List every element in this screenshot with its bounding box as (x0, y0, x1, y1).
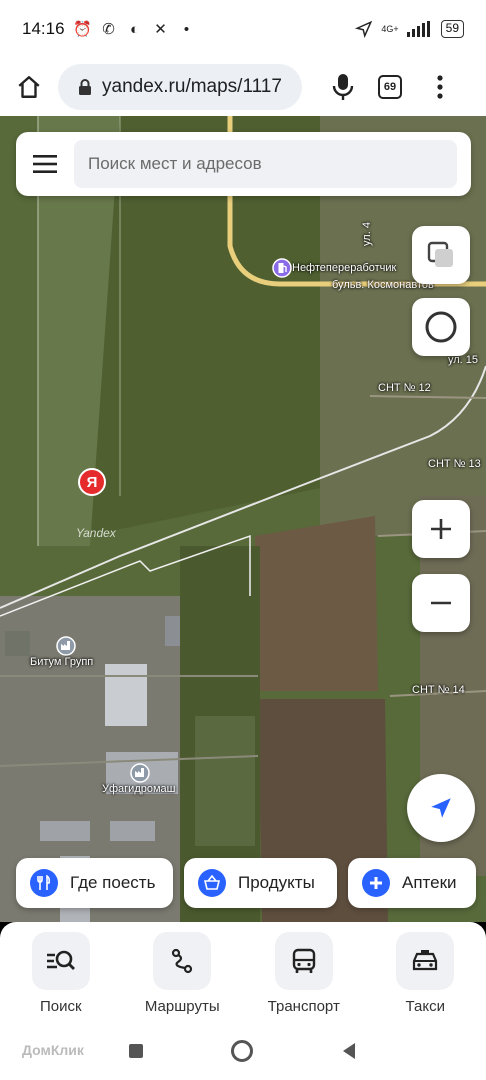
tab-label: Транспорт (267, 998, 340, 1015)
poi-label-ufagidromash[interactable]: Уфагидромаш (102, 783, 175, 795)
menu-button[interactable] (16, 132, 74, 196)
taxi-icon (396, 932, 455, 990)
yandex-logo-pin[interactable]: Я (78, 468, 106, 496)
back-button[interactable] (341, 1042, 357, 1060)
more-dots-icon: • (183, 20, 190, 38)
my-location-button[interactable] (407, 774, 475, 842)
chip-pharmacies[interactable]: Аптеки (348, 858, 476, 908)
browser-toolbar: yandex.ru/maps/1117 69 (0, 58, 486, 116)
medical-cross-icon (362, 869, 390, 897)
alarm-icon: ⏰ (73, 21, 92, 38)
tab-search[interactable]: Поиск (0, 922, 122, 1022)
snt-label-12: СНТ № 12 (378, 382, 431, 394)
street-label-4: ул. 4 (360, 222, 373, 246)
home-icon (18, 76, 40, 98)
lock-icon (79, 79, 91, 95)
layers-button[interactable] (412, 226, 470, 284)
microphone-icon (332, 74, 354, 100)
alice-button[interactable] (412, 298, 470, 356)
chip-label: Где поесть (70, 873, 156, 892)
snt-label-13: СНТ № 13 (428, 458, 481, 470)
home-button[interactable] (0, 58, 58, 116)
chip-groceries[interactable]: Продукты (184, 858, 337, 908)
chip-where-to-eat[interactable]: Где поесть (16, 858, 173, 908)
tab-switcher-button[interactable]: 69 (378, 75, 402, 99)
tab-label: Такси (405, 998, 445, 1015)
battery-level: 59 (440, 20, 464, 38)
alice-icon (425, 311, 457, 343)
domklik-watermark: ДомКлик (22, 1042, 84, 1058)
layers-icon (427, 241, 453, 267)
status-icons: ⏰ ✆ ◐ ✕ • (73, 20, 197, 39)
status-time: 14:16 (22, 19, 65, 38)
voice-search-button[interactable] (314, 58, 372, 116)
search-list-icon (31, 932, 90, 990)
network-type: 4G+ (381, 23, 399, 34)
navigation-arrow-icon (431, 798, 451, 818)
plus-icon (431, 519, 451, 539)
signal-icon (406, 21, 430, 37)
tab-transport[interactable]: Транспорт (243, 922, 365, 1022)
route-icon (153, 932, 212, 990)
yandex-watermark: Yandex (76, 526, 116, 540)
factory-poi-icon[interactable] (56, 636, 76, 656)
minus-icon (431, 601, 451, 605)
url-text: yandex.ru/maps/1117 (102, 76, 282, 97)
zoom-out-button[interactable] (412, 574, 470, 632)
snt-label-14: СНТ № 14 (412, 684, 465, 696)
poi-label-bitum[interactable]: Битум Групп (30, 656, 93, 668)
whatsapp-icon: ✆ (102, 21, 115, 38)
basket-icon (198, 869, 226, 897)
tab-label: Маршруты (144, 998, 220, 1015)
chip-label: Аптеки (402, 873, 457, 892)
url-bar[interactable]: yandex.ru/maps/1117 (58, 64, 302, 110)
tab-label: Поиск (39, 998, 82, 1015)
tab-taxi[interactable]: Такси (365, 922, 486, 1022)
zoom-in-button[interactable] (412, 500, 470, 558)
cross-app-icon: ✕ (154, 21, 167, 38)
tab-routes[interactable]: Маршруты (122, 922, 244, 1022)
location-arrow-icon (355, 20, 373, 38)
search-input[interactable]: Поиск мест и адресов (74, 140, 457, 188)
poi-label-refinery[interactable]: Нефтепереработчик (292, 262, 396, 274)
chip-label: Продукты (238, 873, 315, 892)
gas-station-icon[interactable] (272, 258, 292, 278)
browser-menu-button[interactable] (420, 58, 460, 116)
home-nav-button[interactable] (231, 1040, 253, 1062)
vpn-icon: ◐ (130, 20, 140, 38)
search-card: Поиск мест и адресов (16, 132, 471, 196)
bus-icon (274, 932, 333, 990)
fork-knife-icon (30, 869, 58, 897)
hamburger-icon (33, 155, 57, 173)
factory-poi-icon[interactable] (130, 763, 150, 783)
status-bar: 14:16 ⏰ ✆ ◐ ✕ • 4G+ 59 (0, 0, 486, 58)
bottom-tab-bar: Поиск Маршруты Транспорт Такси (0, 922, 486, 1022)
recents-button[interactable] (129, 1044, 143, 1058)
kebab-menu-icon (437, 75, 443, 99)
